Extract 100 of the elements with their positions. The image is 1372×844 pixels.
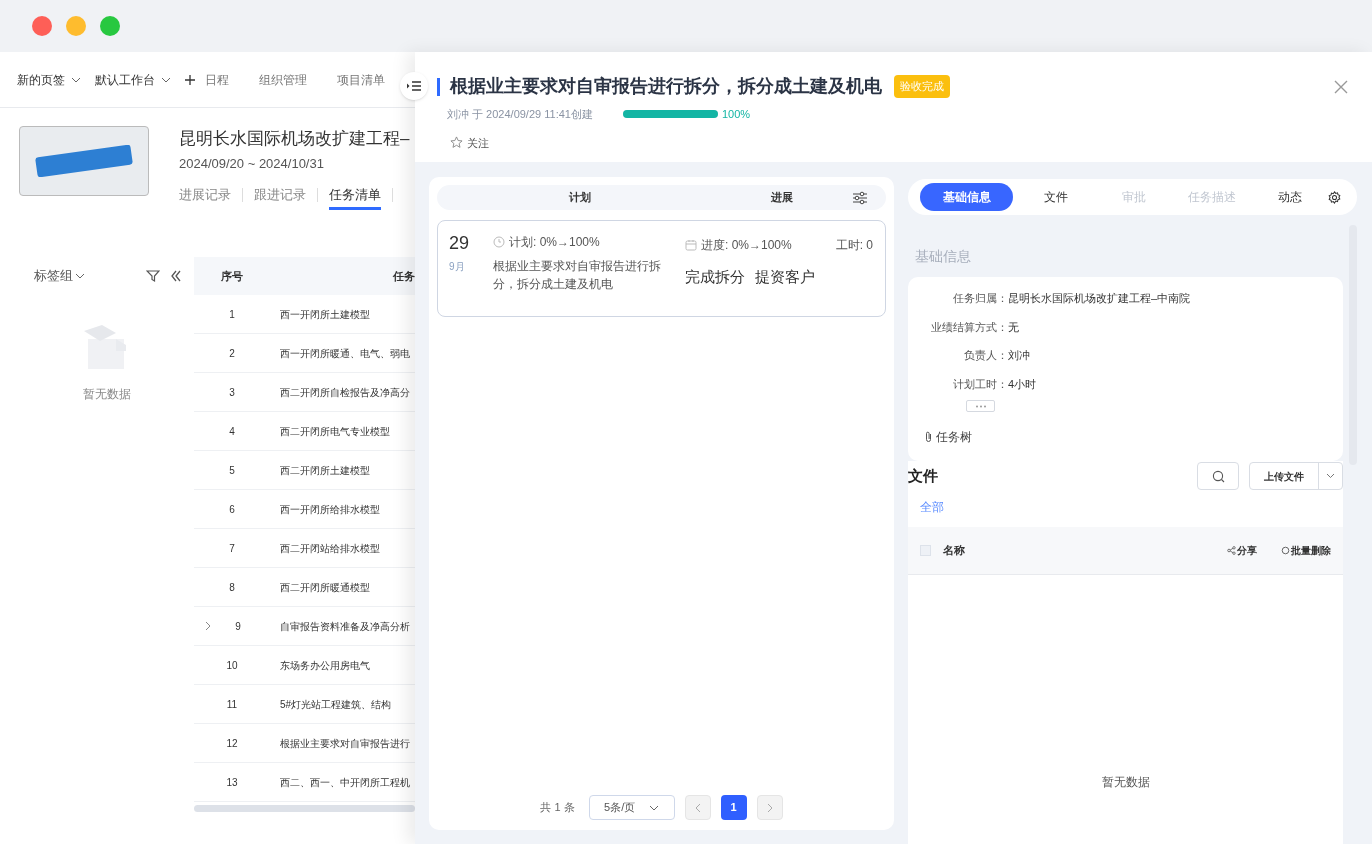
share-button[interactable]: 分享 [1227, 543, 1257, 558]
field-label: 负责人： [963, 348, 1008, 363]
table-cell-text: 4 [229, 424, 235, 439]
project-tab[interactable]: 进展记录 [179, 179, 231, 210]
table-cell-text: 12 [226, 736, 238, 751]
date-month: 9月 [449, 260, 466, 274]
collapse-icon[interactable] [170, 270, 182, 282]
project-title: 昆明长水国际机场改扩建工程– [179, 128, 410, 150]
close-window-icon[interactable] [32, 16, 52, 36]
status-badge: 验收完成 [894, 75, 950, 98]
nav-item[interactable]: 项目清单 [337, 70, 385, 89]
detail-tab[interactable]: 动态 [1255, 183, 1325, 211]
expand-icon[interactable] [205, 621, 211, 631]
progress-range: 进度: 0%→100% [701, 237, 792, 254]
column-header: 计划 [569, 190, 591, 206]
table-cell-text: 西二开闭所土建模型 [280, 463, 370, 478]
table-cell-text: 5 [229, 463, 235, 478]
nav-item[interactable]: 日程 [185, 70, 229, 89]
settings-icon[interactable] [1328, 190, 1341, 204]
table-cell-text: 西二开闭所电气专业模型 [280, 424, 390, 439]
table-cell-text: 西二开闭所自检报告及净高分 [280, 385, 410, 400]
table-cell-text: 根据业主要求对自审报告进行 [280, 736, 410, 751]
chevron-down-icon [161, 76, 171, 83]
table-cell-text: 东场务办公用房电气 [280, 658, 370, 673]
chevron-down-icon [649, 804, 660, 811]
horizontal-scrollbar[interactable] [194, 805, 415, 812]
maximize-window-icon[interactable] [100, 16, 120, 36]
page-button[interactable]: 1 [720, 795, 747, 820]
created-info: 刘冲 于 2024/09/29 11:41创建 [447, 107, 594, 122]
clock-icon [493, 236, 505, 248]
close-icon[interactable] [1334, 80, 1348, 94]
table-cell-text: 西二、西一、中开闭所工程机 [280, 775, 410, 790]
project-dates: 2024/09/20 ~ 2024/10/31 [179, 155, 325, 173]
select-all-checkbox[interactable] [920, 545, 931, 556]
title-accent-bar [437, 77, 440, 96]
nav-item[interactable]: 组织管理 [259, 70, 307, 89]
field-value: 无 [1008, 319, 1019, 335]
section-title: 基础信息 [915, 247, 972, 266]
detail-tab[interactable]: 基础信息 [920, 183, 1013, 211]
progress-note: 完成拆分 [685, 267, 745, 287]
task-description: 根据业主要求对自审报告进行拆分，拆分成土建及机电 [493, 258, 662, 293]
empty-text: 暂无数据 [1101, 774, 1150, 791]
table-cell-text: 8 [229, 580, 235, 595]
files-title: 文件 [908, 465, 938, 486]
chevron-right-icon [766, 802, 773, 813]
table-cell-text: 西一开闭所给排水模型 [280, 502, 380, 517]
table-cell-text: 西一开闭所暖通、电气、弱电 [280, 346, 410, 361]
chevron-down-icon [71, 76, 81, 83]
chevron-down-icon [1326, 473, 1335, 479]
table-cell-text: 西一开闭所土建模型 [280, 307, 370, 322]
column-header: 序号 [220, 268, 244, 284]
star-icon [450, 136, 463, 150]
plus-icon [185, 74, 195, 85]
empty-text: 暂无数据 [83, 386, 132, 403]
detail-tab[interactable]: 文件 [1021, 183, 1091, 211]
settings-sliders-icon[interactable] [852, 190, 868, 205]
task-title: 根据业主要求对自审报告进行拆分，拆分成土建及机电 [450, 75, 882, 98]
tag-group-dropdown[interactable]: 标签组 [34, 266, 85, 286]
search-button[interactable] [1197, 462, 1239, 490]
progress-reading: 100% [722, 107, 751, 122]
batch-delete-button[interactable]: 批量删除 [1281, 543, 1331, 558]
table-cell-text: 西二开闭站给排水模型 [280, 541, 380, 556]
table-cell-text: 3 [229, 385, 235, 400]
field-label: 业绩结算方式： [930, 319, 1008, 335]
follow-button[interactable]: 关注 [450, 134, 489, 151]
plan-range: 计划: 0%→100% [509, 234, 600, 251]
table-cell-text: 自审报告资料准备及净高分析 [280, 619, 410, 634]
project-tab[interactable]: 跟进记录 [254, 179, 306, 210]
more-button[interactable] [966, 400, 995, 412]
table-cell-text: 9 [235, 619, 241, 634]
progress-note: 提资客户 [755, 267, 815, 287]
table-cell-text: 7 [229, 541, 235, 556]
minimize-window-icon[interactable] [66, 16, 86, 36]
plan-card[interactable]: 29 9月 计划: 0%→100% 根据业主要求对自审报告进行拆分，拆分成土建及机电 进度: 0%→100% 完成拆分 提资客户 工时: 0 [437, 220, 886, 317]
total-count: 共 1 条 [540, 800, 575, 816]
chevron-left-icon [694, 802, 701, 813]
calendar-icon [685, 239, 697, 251]
field-label: 计划工时： [952, 376, 1008, 392]
table-cell-text: 1 [229, 307, 235, 322]
page-size-select[interactable]: 5条/页 [588, 795, 675, 820]
search-icon [1211, 469, 1225, 483]
chevron-down-icon [75, 273, 85, 279]
column-header: 任务 [393, 268, 415, 284]
table-cell-text: 6 [229, 502, 235, 517]
nav-item[interactable]: 默认工作台 [95, 70, 171, 89]
column-header: 名称 [943, 543, 965, 559]
field-label: 任务归属： [952, 291, 1008, 306]
filter-icon[interactable] [146, 269, 160, 283]
task-tree-link[interactable]: 任务树 [924, 428, 972, 446]
column-header: 进展 [771, 190, 793, 206]
project-tab[interactable]: 任务清单 [329, 179, 381, 210]
field-value: 刘冲 [1008, 348, 1030, 363]
table-cell-text: 10 [226, 658, 238, 673]
table-cell-text: 11 [226, 697, 238, 712]
nav-item[interactable]: 新的页签 [17, 70, 81, 89]
field-value: 昆明长水国际机场改扩建工程–中南院 [1008, 291, 1191, 306]
share-icon [1227, 546, 1236, 555]
field-value: 4小时 [1008, 376, 1037, 392]
list-icon [407, 80, 421, 92]
table-cell-text: 西二开闭所暖通模型 [280, 580, 370, 595]
